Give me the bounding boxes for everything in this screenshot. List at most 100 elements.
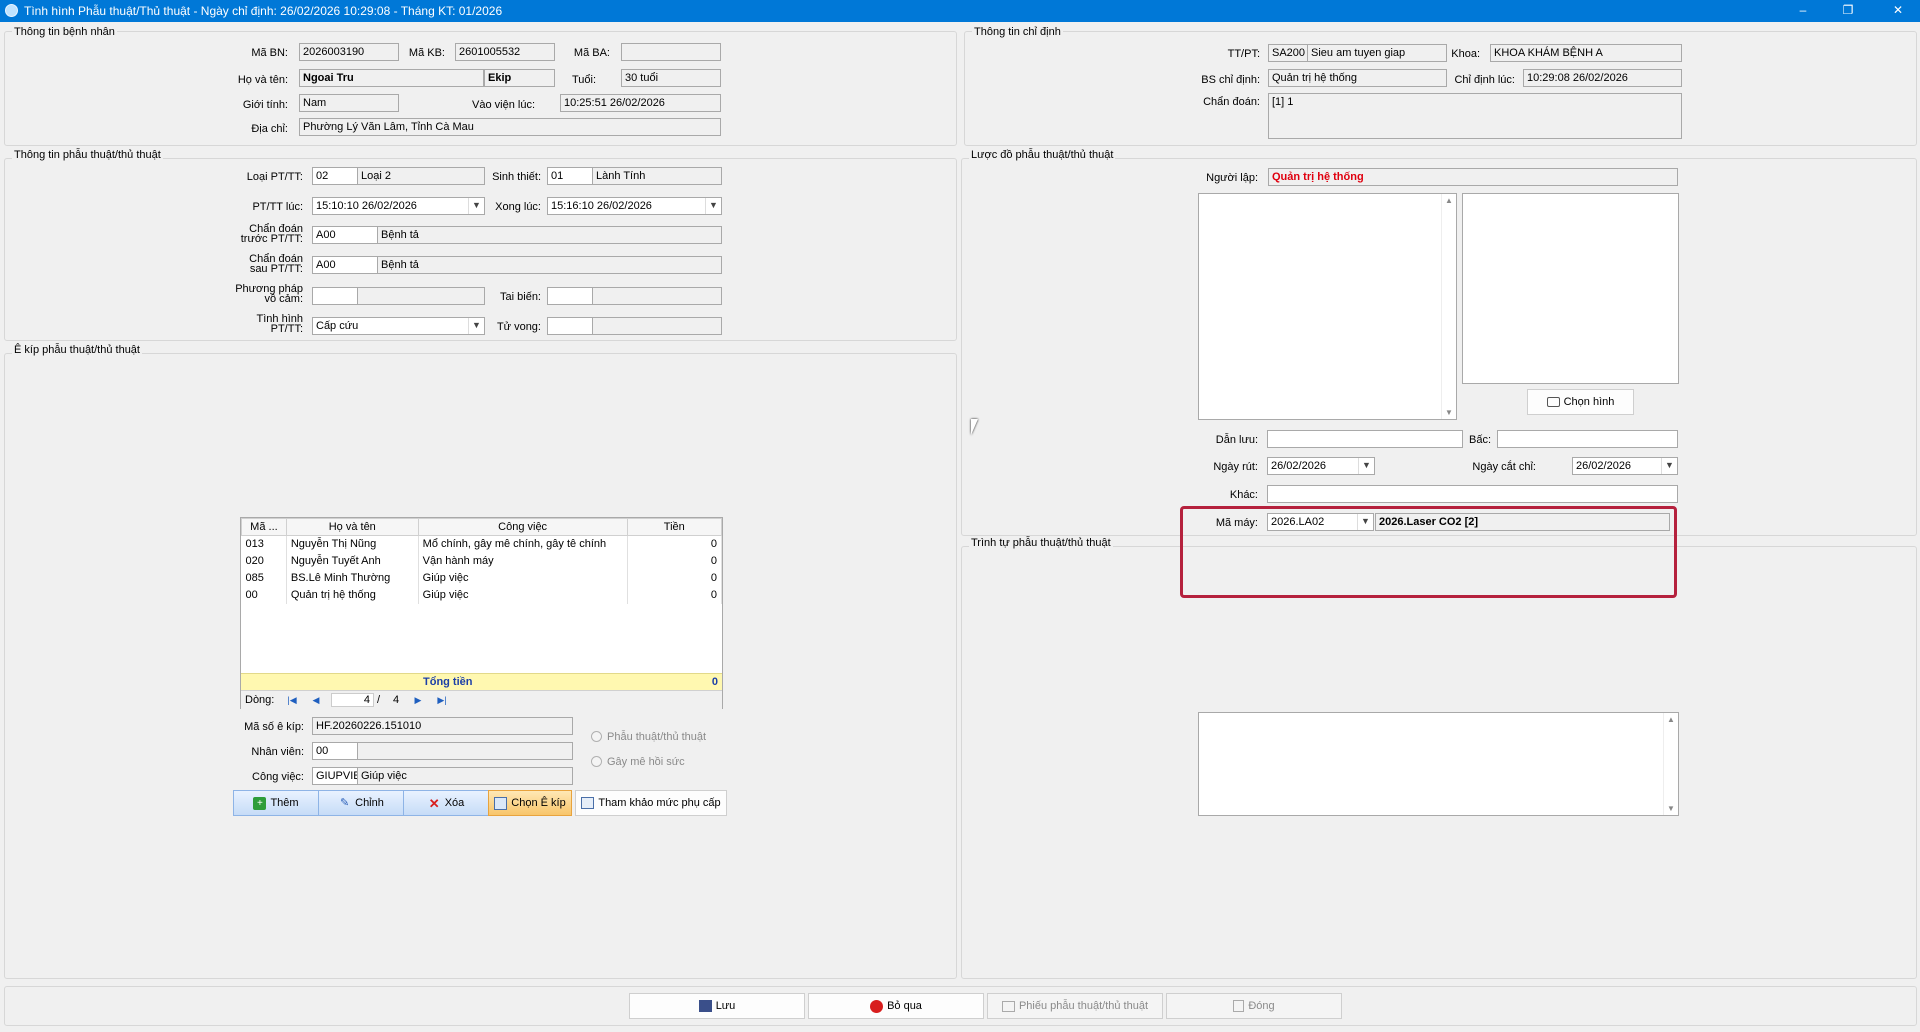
cd-truoc-label: Chẩn đoán trước PT/TT: — [240, 223, 303, 245]
chevron-down-icon[interactable]: ▼ — [1358, 458, 1374, 474]
first-page-icon[interactable]: |◀ — [285, 694, 299, 707]
dan-luu-label: Dẫn lưu: — [1215, 434, 1258, 446]
ttpt-code-field[interactable]: SA200 — [1268, 44, 1308, 62]
xong-luc-picker[interactable]: 15:16:10 26/02/2026 ▼ — [547, 197, 722, 215]
scrollbar[interactable]: ▲ ▼ — [1441, 194, 1456, 419]
dia-chi-field[interactable]: Phường Lý Văn Lâm, Tỉnh Cà Mau — [299, 118, 721, 136]
tai-bien-code-field[interactable] — [547, 287, 593, 305]
radio-circle — [591, 731, 602, 742]
xoa-button[interactable]: ✕ Xóa — [403, 790, 489, 816]
camera-icon — [1546, 397, 1560, 408]
tuoi-field[interactable]: 30 tuổi — [621, 69, 721, 87]
grid-navigator: Dòng: |◀ ◀ 4 / 4 ▶ ▶| — [241, 690, 722, 709]
cd-truoc-code-field[interactable]: A00 — [312, 226, 378, 244]
ma-bn-label: Mã BN: — [251, 47, 288, 59]
bo-qua-button[interactable]: Bỏ qua — [808, 993, 984, 1019]
dan-luu-field[interactable] — [1267, 430, 1463, 448]
radio-phau-thuat[interactable]: Phẫu thuật/thủ thuật — [591, 731, 706, 743]
radio-gay-me[interactable]: Gây mê hồi sức — [591, 756, 685, 768]
table-row[interactable]: 00 Quản trị hệ thống Giúp việc 0 — [241, 586, 723, 604]
save-icon — [698, 1000, 712, 1013]
ekip-field[interactable]: Ekip — [484, 69, 555, 87]
chan-doan-field[interactable]: [1] 1 — [1268, 93, 1682, 139]
bs-field[interactable]: Quản trị hệ thống — [1268, 69, 1447, 87]
ma-ba-field[interactable] — [621, 43, 721, 61]
nhan-vien-name-field[interactable] — [357, 742, 573, 760]
ho-ten-field[interactable]: Ngoai Tru — [299, 69, 484, 87]
chon-hinh-button[interactable]: Chọn hình — [1527, 389, 1634, 415]
scrollbar[interactable]: ▲ ▼ — [1663, 713, 1678, 815]
table-row[interactable]: 013 Nguyễn Thị Nũng Mổ chính, gây mê chính… — [241, 535, 723, 553]
bac-field[interactable] — [1497, 430, 1678, 448]
cd-sau-code-field[interactable]: A00 — [312, 256, 378, 274]
table-row[interactable]: 085 BS.Lê Minh Thường Giúp việc 0 — [241, 569, 723, 587]
chon-ekip-button[interactable]: Chọn Ê kíp — [488, 790, 572, 816]
pt-luc-value: 15:10:10 26/02/2026 — [316, 200, 417, 212]
tinh-hinh-select[interactable]: Cấp cứu ▼ — [312, 317, 485, 335]
col-tien[interactable]: Tiền — [626, 518, 723, 536]
khac-field[interactable] — [1267, 485, 1678, 503]
chevron-down-icon[interactable]: ▼ — [1661, 458, 1677, 474]
ma-ekip-field[interactable]: HF.20260226.151010 — [312, 717, 573, 735]
minimize-button[interactable]: – — [1783, 0, 1823, 22]
last-page-icon[interactable]: ▶| — [435, 694, 449, 707]
nhan-vien-code-field[interactable]: 00 — [312, 742, 358, 760]
gioi-tinh-field[interactable]: Nam — [299, 94, 399, 112]
vao-vien-field[interactable]: 10:25:51 26/02/2026 — [560, 94, 721, 112]
tham-khao-button[interactable]: Tham khảo mức phụ cấp — [575, 790, 727, 816]
col-ho-ten[interactable]: Họ và tên — [285, 518, 419, 536]
chinh-button[interactable]: ✎ Chỉnh — [318, 790, 404, 816]
ttpt-label: TT/PT: — [1227, 48, 1260, 60]
ma-kb-field[interactable]: 2601005532 — [455, 43, 555, 61]
diagram-notes-textarea[interactable]: ▲ ▼ — [1198, 193, 1457, 420]
bs-label: BS chỉ định: — [1201, 74, 1260, 86]
vo-cam-code-field[interactable] — [312, 287, 358, 305]
loai-name-field[interactable]: Loại 2 — [357, 167, 485, 185]
prev-page-icon[interactable]: ◀ — [309, 694, 323, 707]
chevron-down-icon[interactable]: ▼ — [468, 198, 484, 214]
next-page-icon[interactable]: ▶ — [411, 694, 425, 707]
ma-bn-field[interactable]: 2026003190 — [299, 43, 399, 61]
tai-bien-name-field[interactable] — [592, 287, 722, 305]
ttpt-name-field[interactable]: Sieu am tuyen giap — [1307, 44, 1447, 62]
patient-info-title: Thông tin bệnh nhân — [12, 26, 117, 38]
dong-button[interactable]: Đóng — [1166, 993, 1342, 1019]
cong-viec-code-field[interactable]: GIUPVIEC — [312, 767, 358, 785]
ngay-cat-chi-picker[interactable]: 26/02/2026 ▼ — [1572, 457, 1678, 475]
gioi-tinh-label: Giới tính: — [242, 99, 288, 111]
pt-luc-picker[interactable]: 15:10:10 26/02/2026 ▼ — [312, 197, 485, 215]
cd-sau-name-field[interactable]: Bệnh tả — [377, 256, 722, 274]
close-button[interactable]: ✕ — [1878, 0, 1918, 22]
chevron-down-icon[interactable]: ▼ — [468, 318, 484, 334]
nguoi-lap-field[interactable]: Quản trị hệ thống — [1268, 168, 1678, 186]
tu-vong-code-field[interactable] — [547, 317, 593, 335]
sinh-thiet-code-field[interactable]: 01 — [547, 167, 593, 185]
ekip-table[interactable]: Mã ... Họ và tên Công việc Tiền 013 Nguyễ… — [240, 517, 723, 709]
vo-cam-name-field[interactable] — [357, 287, 485, 305]
ho-ten-label: Họ và tên: — [237, 74, 288, 86]
restore-button[interactable]: ❐ — [1828, 0, 1868, 22]
tai-bien-label: Tai biến: — [500, 291, 541, 303]
cong-viec-name-field[interactable]: Giúp việc — [357, 767, 573, 785]
luu-button[interactable]: Lưu — [629, 993, 805, 1019]
col-cong-viec[interactable]: Công việc — [417, 518, 628, 536]
cd-truoc-name-field[interactable]: Bệnh tả — [377, 226, 722, 244]
tu-vong-name-field[interactable] — [592, 317, 722, 335]
chi-dinh-field[interactable]: 10:29:08 26/02/2026 — [1523, 69, 1682, 87]
page-input[interactable]: 4 — [331, 693, 374, 707]
total-label: Tổng tiền — [423, 676, 473, 688]
col-ma[interactable]: Mã ... — [241, 518, 287, 536]
loai-code-field[interactable]: 02 — [312, 167, 358, 185]
loai-label: Loại PT/TT: — [246, 171, 303, 183]
sequence-textarea[interactable]: ▲ ▼ — [1198, 712, 1679, 816]
sinh-thiet-name-field[interactable]: Lành Tính — [592, 167, 722, 185]
total-value: 0 — [711, 676, 718, 688]
chevron-down-icon[interactable]: ▼ — [705, 198, 721, 214]
phieu-button[interactable]: Phiếu phẫu thuật/thủ thuật — [987, 993, 1163, 1019]
khoa-field[interactable]: KHOA KHÁM BỆNH A — [1490, 44, 1682, 62]
tinh-hinh-label: Tình hình PT/TT: — [256, 313, 303, 335]
table-row[interactable]: 020 Nguyễn Tuyết Anh Vận hành máy 0 — [241, 552, 723, 570]
them-button[interactable]: + Thêm — [233, 790, 319, 816]
surgery-info-title: Thông tin phẫu thuật/thủ thuật — [12, 149, 163, 161]
ngay-rut-picker[interactable]: 26/02/2026 ▼ — [1267, 457, 1375, 475]
